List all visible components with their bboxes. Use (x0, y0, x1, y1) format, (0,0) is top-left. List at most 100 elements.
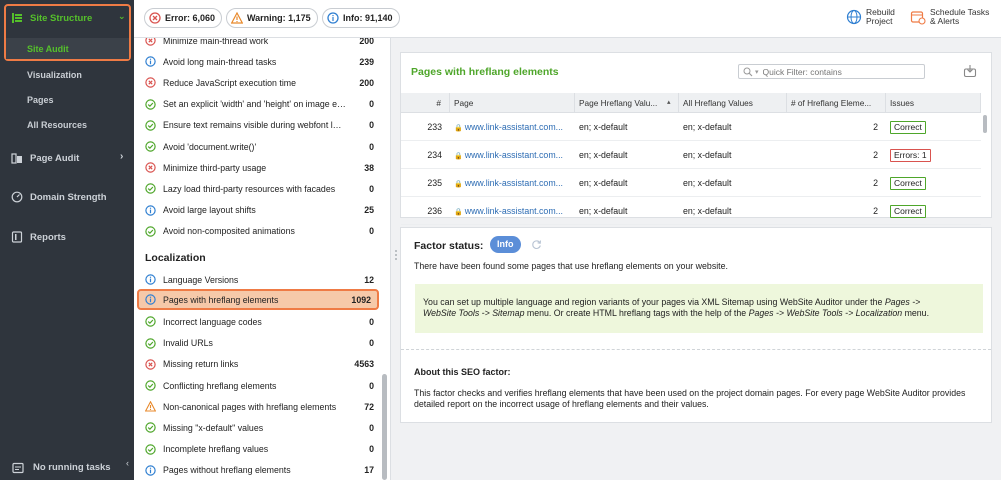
factor-row[interactable]: Incorrect language codes 0 (134, 311, 380, 332)
check-circle-icon (145, 337, 156, 349)
rebuild-project-button[interactable]: Rebuild Project (846, 8, 895, 26)
column-header[interactable]: All Hreflang Values (679, 93, 787, 113)
sidebar-reports[interactable]: Reports (0, 229, 134, 245)
factor-row[interactable]: Pages with hreflang elements 1092 (137, 289, 379, 311)
factor-row[interactable]: Avoid non-composited animations 0 (134, 221, 380, 242)
rebuild-label-2: Project (866, 16, 893, 26)
info-circle-icon (145, 56, 156, 67)
page-audit-icon (10, 152, 24, 164)
check-circle-icon (145, 316, 156, 328)
sidebar-domain-strength[interactable]: Domain Strength (0, 189, 134, 205)
quick-filter[interactable]: ▾ (738, 64, 925, 79)
hreflang-element-count: 2 (873, 122, 878, 132)
tip-menu-path: Pages -> (884, 297, 921, 307)
factor-status-title: Factor status: (414, 240, 484, 252)
factor-count: 239 (359, 56, 374, 67)
factor-list-scrollbar[interactable] (382, 374, 387, 480)
column-header[interactable]: Issues (886, 93, 981, 113)
sidebar-page-audit[interactable]: Page Audit › (0, 150, 134, 166)
factor-label: Incorrect language codes (163, 316, 262, 327)
factor-row[interactable]: Set an explicit 'width' and 'height' on … (134, 94, 380, 115)
page-hreflang-values: en; x-default (579, 178, 628, 188)
sidebar-collapse-icon[interactable]: ‹ (126, 458, 134, 472)
tip-text: You can set up multiple language and reg… (423, 297, 885, 307)
factor-label: Avoid large layout shifts (163, 205, 256, 216)
splitter-grip (395, 254, 397, 256)
column-header[interactable]: # of Hreflang Eleme... (787, 93, 886, 113)
factor-row[interactable]: Missing return links 4563 (134, 354, 380, 375)
info-circle-icon (145, 274, 156, 285)
factor-label: Minimize third-party usage (163, 162, 267, 173)
sidebar-item-visualization[interactable]: Visualization (27, 70, 82, 80)
factor-row[interactable]: Lazy load third-party resources with fac… (134, 178, 380, 199)
column-header[interactable]: # (401, 93, 450, 113)
check-circle-icon (145, 226, 156, 237)
page-url[interactable]: 🔒 www.link-assistant.com... (454, 197, 574, 225)
lock-icon: 🔒 (454, 153, 463, 160)
factor-row[interactable]: Invalid URLs 0 (134, 333, 380, 354)
error-count-pill[interactable]: Error: 6,060 (144, 8, 223, 28)
check-circle-icon (145, 120, 156, 131)
hreflang-element-count: 2 (873, 206, 878, 216)
page-hreflang-values: en; x-default (579, 122, 628, 132)
check-circle-icon (145, 98, 156, 110)
page-url[interactable]: 🔒 www.link-assistant.com... (454, 141, 574, 169)
sidebar-item-all-resources[interactable]: All Resources (27, 120, 87, 130)
all-hreflang-values: en; x-default (683, 122, 732, 132)
factor-count: 4563 (354, 359, 374, 370)
factor-row[interactable]: Minimize main-thread work 200 (134, 38, 380, 51)
warning-count-pill[interactable]: Warning: 1,175 (226, 8, 318, 28)
factor-label: Avoid 'document.write()' (163, 141, 257, 152)
table-scrollbar[interactable] (983, 115, 987, 133)
warning-icon (231, 12, 243, 24)
chevron-down-icon[interactable]: ▾ (755, 68, 759, 76)
schedule-tasks-button[interactable]: Schedule Tasks & Alerts (910, 8, 989, 26)
panel-splitter[interactable] (391, 38, 400, 480)
localization-heading: Localization (145, 252, 206, 264)
refresh-icon[interactable] (531, 239, 542, 250)
column-header[interactable]: Page (450, 93, 575, 113)
factor-row[interactable]: Avoid 'document.write()' 0 (134, 136, 380, 157)
factor-row[interactable]: Minimize third-party usage 38 (134, 157, 380, 178)
quick-filter-input[interactable] (762, 66, 913, 77)
table-row[interactable]: 235 🔒 www.link-assistant.com... en; x-defau… (401, 169, 981, 197)
factor-count: 0 (369, 99, 374, 110)
factor-row[interactable]: Language Versions 12 (134, 269, 380, 290)
tip-menu-path: Pages -> WebSite Tools -> Localization (748, 308, 903, 318)
page-url[interactable]: 🔒 www.link-assistant.com... (454, 169, 574, 197)
factor-list: Minimize main-thread work 200 Avoid long m… (134, 38, 391, 480)
domain-strength-icon (10, 191, 24, 203)
check-circle-icon (145, 141, 156, 152)
sidebar-item-pages[interactable]: Pages (27, 95, 54, 105)
all-hreflang-values: en; x-default (683, 150, 732, 160)
search-icon (743, 67, 753, 77)
export-icon[interactable] (963, 64, 977, 78)
factor-row[interactable]: Conflicting hreflang elements 0 (134, 375, 380, 396)
task-status[interactable]: No running tasks (0, 455, 134, 480)
warning-triangle-icon (144, 400, 157, 412)
factor-row[interactable]: Avoid large layout shifts 25 (134, 200, 380, 221)
sidebar-site-structure-label: Site Structure (30, 12, 93, 24)
column-header[interactable]: Page Hreflang Valu... (575, 93, 679, 113)
factor-count: 72 (364, 401, 374, 412)
factor-row[interactable]: Missing "x-default" values 0 (134, 417, 380, 438)
table-row[interactable]: 233 🔒 www.link-assistant.com... en; x-defau… (401, 113, 981, 141)
info-count-pill[interactable]: Info: 91,140 (322, 8, 400, 28)
about-factor-title: About this SEO factor: (414, 367, 511, 377)
factor-row[interactable]: Reduce JavaScript execution time 200 (134, 72, 380, 93)
check-circle-icon (145, 380, 156, 391)
tip-text: menu. (902, 308, 930, 318)
factor-row[interactable]: Ensure text remains visible during webfo… (134, 115, 380, 136)
factor-row[interactable]: Avoid long main-thread tasks 239 (134, 51, 380, 72)
task-status-label: No running tasks (33, 462, 111, 473)
table-row[interactable]: 234 🔒 www.link-assistant.com... en; x-defau… (401, 141, 981, 169)
factor-row[interactable]: Incomplete hreflang values 0 (134, 439, 380, 460)
sidebar-site-structure[interactable]: Site Structure ⌄ (0, 10, 134, 26)
page-url[interactable]: 🔒 www.link-assistant.com... (454, 113, 574, 141)
sidebar-item-site-audit[interactable]: Site Audit (27, 44, 69, 54)
factor-label: Missing "x-default" values (163, 422, 264, 433)
table-row[interactable]: 236 🔒 www.link-assistant.com... en; x-defau… (401, 197, 981, 225)
factor-row[interactable]: Pages without hreflang elements 17 (134, 460, 380, 480)
reports-icon (10, 231, 24, 243)
factor-row[interactable]: Non-canonical pages with hreflang elemen… (134, 396, 380, 417)
